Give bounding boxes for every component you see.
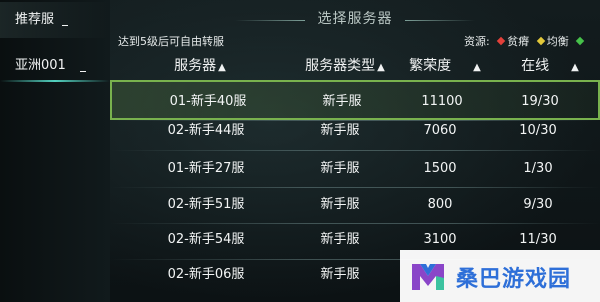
column-header-server[interactable]: 服务器 ▲ <box>155 55 245 77</box>
prosperity-value: 7060 <box>423 123 457 138</box>
online-count: 1/30 <box>523 161 553 176</box>
table-row[interactable]: 02-新手44服 新手服 7060 10/30 <box>110 111 600 151</box>
page-title: 选择服务器 <box>317 11 393 27</box>
legend-diamond-icon-yellow <box>536 36 545 46</box>
server-name: 02-新手51服 <box>167 197 245 212</box>
prosperity-value: 800 <box>427 197 453 212</box>
server-type: 新手服 <box>320 267 360 282</box>
legend-diamond-icon-green <box>575 36 585 46</box>
legend-label: 资源: <box>464 35 490 48</box>
server-type: 新手服 <box>320 161 360 176</box>
column-header-prosperity[interactable]: 繁荣度 ▲ <box>400 55 490 77</box>
transfer-hint: 达到5级后可自由转服 <box>118 35 224 48</box>
triangle-up-icon: ▲ <box>377 62 385 73</box>
cursor-mark <box>62 25 68 26</box>
sidebar-item-label: 亚洲001 <box>15 58 66 73</box>
legend-item-poor: 贫瘠 <box>507 35 530 48</box>
table-row[interactable]: 01-新手27服 新手服 1500 1/30 <box>110 149 600 189</box>
triangle-up-icon: ▲ <box>571 62 579 73</box>
column-header-online[interactable]: 在线 ▲ <box>510 55 590 77</box>
page-title-bar: 选择服务器 <box>235 8 475 30</box>
sidebar-item-label: 推荐服 <box>15 12 55 27</box>
sangba-logo-icon <box>412 264 444 290</box>
server-region-sidebar: 推荐服 亚洲001 <box>0 0 110 302</box>
server-name: 01-新手27服 <box>167 161 245 176</box>
title-divider-right <box>405 20 475 21</box>
server-name: 02-新手54服 <box>167 232 245 247</box>
server-type: 新手服 <box>320 197 360 212</box>
resource-legend: 资源: 贫瘠 均衡 <box>464 33 586 49</box>
cursor-mark <box>80 71 86 72</box>
legend-diamond-icon-red <box>496 36 506 46</box>
online-count: 9/30 <box>523 197 553 212</box>
server-type: 新手服 <box>320 232 360 247</box>
server-name: 02-新手44服 <box>167 123 245 138</box>
site-watermark: 桑巴游戏园 <box>400 250 600 302</box>
prosperity-value: 1500 <box>423 161 457 176</box>
server-name: 02-新手06服 <box>167 267 245 282</box>
sidebar-item-asia-001[interactable]: 亚洲001 <box>0 48 110 84</box>
server-type: 新手服 <box>320 123 360 138</box>
online-count: 10/30 <box>519 123 557 138</box>
table-row[interactable]: 02-新手51服 新手服 800 9/30 <box>110 185 600 225</box>
legend-item-balanced: 均衡 <box>546 35 569 48</box>
watermark-text: 桑巴游戏园 <box>456 267 572 292</box>
triangle-up-icon: ▲ <box>473 62 481 73</box>
triangle-up-icon: ▲ <box>218 62 226 73</box>
column-header-server-type[interactable]: 服务器类型 ▲ <box>290 55 400 77</box>
sidebar-item-recommended[interactable]: 推荐服 <box>0 2 110 38</box>
